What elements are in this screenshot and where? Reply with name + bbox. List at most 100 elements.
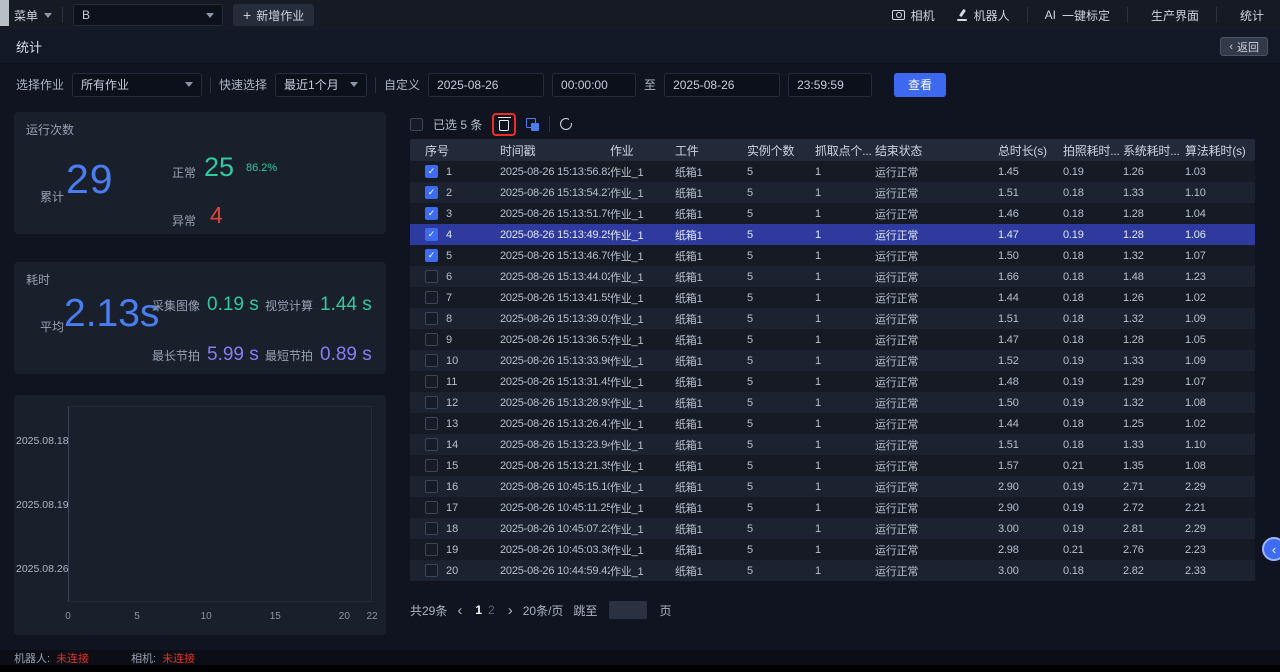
row-index: 7 <box>446 292 452 304</box>
chart-x-tick-label: 22 <box>366 611 377 622</box>
table-row[interactable]: 82025-08-26 15:13:39.010作业_1纸箱151运行正常1.5… <box>410 308 1255 329</box>
table-row[interactable]: ✓12025-08-26 15:13:56.820作业_1纸箱151运行正常1.… <box>410 161 1255 182</box>
table-row[interactable]: 202025-08-26 10:44:59.427作业_1纸箱151运行正常3.… <box>410 560 1255 581</box>
cell-time: 2025-08-26 15:13:39.010 <box>500 313 610 325</box>
time-stat: 最短节拍0.89 s <box>265 344 378 366</box>
table-row[interactable]: ✓22025-08-26 15:13:54.276作业_1纸箱151运行正常1.… <box>410 182 1255 203</box>
row-checkbox[interactable] <box>425 480 438 493</box>
query-button[interactable]: 查看 <box>894 73 946 97</box>
cell-photo: 0.18 <box>1063 250 1123 262</box>
table-body: ✓12025-08-26 15:13:56.820作业_1纸箱151运行正常1.… <box>410 161 1255 581</box>
row-checkbox[interactable]: ✓ <box>425 228 438 241</box>
production-button[interactable]: 生产界面 <box>1141 4 1203 27</box>
end-time-input[interactable]: 23:59:59 <box>788 73 872 97</box>
row-checkbox[interactable] <box>425 501 438 514</box>
row-checkbox[interactable] <box>425 270 438 283</box>
row-index-cell: 14 <box>410 438 500 451</box>
table-row[interactable]: ✓42025-08-26 15:13:49.257作业_1纸箱151运行正常1.… <box>410 224 1255 245</box>
cell-system: 1.35 <box>1123 460 1185 472</box>
normal-percentage: 86.2% <box>246 162 277 174</box>
camera-button[interactable]: 相机 <box>888 4 939 27</box>
table-row[interactable]: 132025-08-26 15:13:26.473作业_1纸箱151运行正常1.… <box>410 413 1255 434</box>
job-select-dropdown[interactable]: B <box>73 4 223 26</box>
new-job-button[interactable]: + 新增作业 <box>233 4 314 26</box>
copy-button[interactable] <box>526 118 539 131</box>
row-index-cell: 10 <box>410 354 500 367</box>
end-date-input[interactable]: 2025-08-26 <box>664 73 780 97</box>
prev-page-button[interactable]: ‹ <box>457 603 462 618</box>
start-time-input[interactable]: 00:00:00 <box>552 73 636 97</box>
row-checkbox[interactable] <box>425 396 438 409</box>
row-checkbox[interactable] <box>425 354 438 367</box>
row-checkbox[interactable] <box>425 564 438 577</box>
row-checkbox[interactable] <box>425 543 438 556</box>
row-index: 19 <box>446 544 458 556</box>
cell-instances: 5 <box>747 208 815 220</box>
row-checkbox[interactable]: ✓ <box>425 249 438 262</box>
cell-algo: 1.02 <box>1185 292 1255 304</box>
select-all-checkbox[interactable] <box>410 118 423 131</box>
table-row[interactable]: 192025-08-26 10:45:03.368作业_1纸箱151运行正常2.… <box>410 539 1255 560</box>
stats-button[interactable]: 统计 <box>1230 4 1268 27</box>
page-number[interactable]: 1 <box>472 603 485 617</box>
cell-time: 2025-08-26 15:13:51.763 <box>500 208 610 220</box>
start-date-input[interactable]: 2025-08-26 <box>428 73 544 97</box>
table-row[interactable]: 112025-08-26 15:13:31.454作业_1纸箱151运行正常1.… <box>410 371 1255 392</box>
row-checkbox[interactable] <box>425 333 438 346</box>
cell-time: 2025-08-26 15:13:54.276 <box>500 187 610 199</box>
table-row[interactable]: 62025-08-26 15:13:44.027作业_1纸箱151运行正常1.6… <box>410 266 1255 287</box>
table-row[interactable]: 182025-08-26 10:45:07.232作业_1纸箱151运行正常3.… <box>410 518 1255 539</box>
cell-photo: 0.19 <box>1063 229 1123 241</box>
table-row[interactable]: 72025-08-26 15:13:41.553作业_1纸箱151运行正常1.4… <box>410 287 1255 308</box>
quick-filter-select[interactable]: 最近1个月 <box>275 73 367 97</box>
collapse-panel-button[interactable]: ‹ <box>1262 537 1280 561</box>
row-checkbox[interactable] <box>425 438 438 451</box>
table-row[interactable]: ✓32025-08-26 15:13:51.763作业_1纸箱151运行正常1.… <box>410 203 1255 224</box>
cell-time: 2025-08-26 15:13:23.941 <box>500 439 610 451</box>
cell-system: 1.28 <box>1123 229 1185 241</box>
refresh-button[interactable] <box>560 118 572 130</box>
cell-algo: 1.09 <box>1185 313 1255 325</box>
cell-time: 2025-08-26 15:13:44.027 <box>500 271 610 283</box>
row-checkbox[interactable] <box>425 375 438 388</box>
table-row[interactable]: 102025-08-26 15:13:33.963作业_1纸箱151运行正常1.… <box>410 350 1255 371</box>
cell-grasp: 1 <box>815 292 875 304</box>
table-row[interactable]: 122025-08-26 15:13:28.934作业_1纸箱151运行正常1.… <box>410 392 1255 413</box>
robot-button[interactable]: 机器人 <box>952 4 1014 27</box>
back-button[interactable]: ‹ 返回 <box>1220 37 1268 56</box>
menu-button[interactable]: 菜单 <box>14 7 52 24</box>
delete-button[interactable] <box>499 117 509 131</box>
normal-label: 正常 <box>172 164 196 181</box>
row-checkbox[interactable]: ✓ <box>425 165 438 178</box>
column-header: 结束状态 <box>875 142 998 159</box>
table-row[interactable]: 172025-08-26 10:45:11.259作业_1纸箱151运行正常2.… <box>410 497 1255 518</box>
table-row[interactable]: 152025-08-26 15:13:21.352作业_1纸箱151运行正常1.… <box>410 455 1255 476</box>
time-stat: 采集图像0.19 s <box>152 294 265 316</box>
table-row[interactable]: 162025-08-26 10:45:15.108作业_1纸箱151运行正常2.… <box>410 476 1255 497</box>
row-checkbox[interactable] <box>425 291 438 304</box>
cell-part: 纸箱1 <box>675 269 747 285</box>
row-checkbox[interactable] <box>425 459 438 472</box>
next-page-button[interactable]: › <box>508 603 513 618</box>
job-filter-select[interactable]: 所有作业 <box>72 73 202 97</box>
avg-label: 平均 <box>40 318 64 335</box>
page-suffix-label: 页 <box>659 602 671 619</box>
table-row[interactable]: ✓52025-08-26 15:13:46.706作业_1纸箱151运行正常1.… <box>410 245 1255 266</box>
records-table-area: 已选 5 条 序号时间戳作业工件实例个数抓取点个...结束状态总时长(s)拍照耗… <box>410 112 1255 619</box>
page-jump-input[interactable] <box>609 601 647 619</box>
cell-status: 运行正常 <box>875 332 998 348</box>
calibrate-button[interactable]: AI一键标定 <box>1041 4 1114 27</box>
row-checkbox[interactable]: ✓ <box>425 207 438 220</box>
row-checkbox[interactable] <box>425 312 438 325</box>
cell-grasp: 1 <box>815 565 875 577</box>
table-row[interactable]: 92025-08-26 15:13:36.512作业_1纸箱151运行正常1.4… <box>410 329 1255 350</box>
row-index: 2 <box>446 187 452 199</box>
table-row[interactable]: 142025-08-26 15:13:23.941作业_1纸箱151运行正常1.… <box>410 434 1255 455</box>
cell-instances: 5 <box>747 439 815 451</box>
chart-category-label: 2025.08.19 <box>16 499 64 511</box>
row-checkbox[interactable]: ✓ <box>425 186 438 199</box>
cell-system: 1.32 <box>1123 313 1185 325</box>
row-checkbox[interactable] <box>425 417 438 430</box>
row-checkbox[interactable] <box>425 522 438 535</box>
page-number[interactable]: 2 <box>485 603 498 617</box>
